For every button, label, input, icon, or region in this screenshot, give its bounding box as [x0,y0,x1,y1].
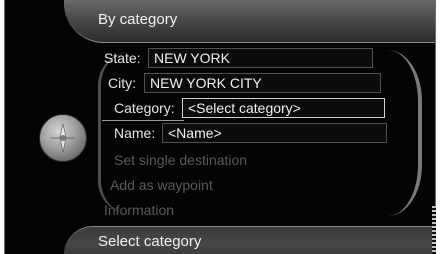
name-row[interactable]: Name: <Name> [114,123,388,144]
navigation-screen: By category State: NEW YORK City: NEW YO… [4,0,436,254]
state-row[interactable]: State: NEW YORK [104,48,376,69]
screen-edge-dots [432,206,436,254]
category-field[interactable]: <Select category> [182,98,385,118]
navigation-knob-icon[interactable] [39,114,87,162]
add-as-waypoint-label: Add as waypoint [110,177,213,193]
scroll-arc-decoration [388,50,422,216]
city-field[interactable]: NEW YORK CITY [144,73,381,93]
page-title: By category [98,11,178,28]
selection-underline [102,120,184,121]
header-bar: By category [64,0,436,43]
category-label: Category: [114,100,175,116]
menu-item-set-single-destination[interactable]: Set single destination [114,150,314,171]
name-label: Name: [114,125,156,141]
information-label: Information [104,202,175,218]
footer-title: Select category [98,233,202,250]
city-label: City: [108,75,136,91]
state-field[interactable]: NEW YORK [148,48,373,68]
set-single-destination-label: Set single destination [114,152,248,168]
footer-bar: Select category [64,226,436,254]
category-row[interactable]: Category: <Select category> [102,98,386,121]
menu-item-add-as-waypoint[interactable]: Add as waypoint [110,175,310,196]
state-label: State: [104,50,141,66]
menu-item-information[interactable]: Information [104,200,304,221]
city-row[interactable]: City: NEW YORK CITY [108,73,384,94]
screen-edge-left [4,0,5,254]
name-field[interactable]: <Name> [162,123,387,143]
